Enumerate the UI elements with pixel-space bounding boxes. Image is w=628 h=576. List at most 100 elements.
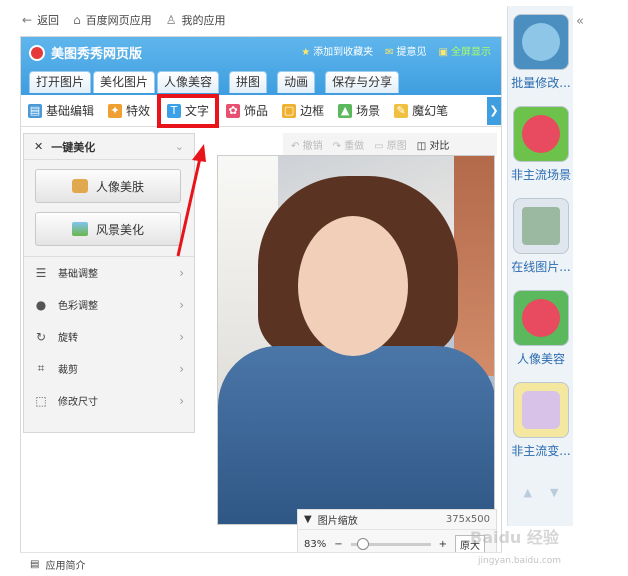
edit-icon: ▤	[28, 103, 42, 118]
feedback-link[interactable]: ✉ 提意见	[385, 43, 426, 58]
zoom-header[interactable]: ▼ 图片缩放 375x500	[298, 510, 496, 530]
footer-bar: ▤ 应用简介	[20, 552, 502, 576]
app-frame: 美图秀秀网页版 ★ 添加到收藏夹 ✉ 提意见 ▣ 全屏显示 打开图片 美化图片 人像美…	[20, 36, 502, 576]
zoom-in-button[interactable]: +	[439, 539, 447, 550]
tool-scene[interactable]: ▲ 场景	[331, 97, 387, 125]
tool-effects[interactable]: ✦ 特效	[101, 97, 157, 125]
caret-down-icon: ▼	[304, 514, 312, 525]
xiu-portrait-app-icon	[513, 290, 569, 346]
photo-background	[454, 156, 494, 376]
fullscreen-link[interactable]: ▣ 全屏显示	[439, 43, 491, 58]
tool-basic-edit[interactable]: ▤ 基础编辑	[21, 97, 101, 125]
collapse-button[interactable]: «	[576, 14, 584, 29]
row-rotate[interactable]: ↻ 旋转 ›	[24, 321, 194, 353]
row-rotate-label: 旋转	[58, 333, 78, 344]
text-icon: T	[167, 103, 182, 118]
compare-button[interactable]: ◫ 对比	[417, 137, 450, 152]
zoom-slider[interactable]	[350, 537, 431, 550]
zoom-label: 图片缩放	[317, 516, 358, 527]
app-item-portrait[interactable]: 人像美容	[508, 290, 574, 367]
rotate-icon: ↻	[35, 329, 47, 344]
photo-subject-jacket	[218, 346, 494, 524]
original-label: 原图	[386, 140, 407, 152]
zoom-out-button[interactable]: −	[334, 539, 342, 550]
tool-text-label: 文字	[185, 104, 210, 118]
more-tools-button[interactable]: ❯	[487, 96, 501, 125]
home-icon: ⌂	[73, 13, 81, 27]
photo-subject-face	[298, 216, 408, 356]
chevron-right-icon: ›	[179, 265, 184, 280]
my-apps-link[interactable]: ♙ 我的应用	[166, 12, 226, 28]
app-intro-link[interactable]: 应用简介	[45, 557, 85, 572]
feedback-label: 提意见	[396, 47, 427, 58]
row-resize[interactable]: ⬚ 修改尺寸 ›	[24, 385, 194, 417]
app-item-label: 在线图片...	[511, 260, 571, 274]
tab-animation[interactable]: 动画	[277, 71, 316, 93]
tab-open-image[interactable]: 打开图片	[29, 71, 92, 93]
add-favorite-label: 添加到收藏夹	[313, 47, 374, 58]
app-item-label: 人像美容	[516, 352, 565, 366]
palette-icon: ●	[35, 297, 47, 312]
tab-save-share[interactable]: 保存与分享	[325, 71, 400, 93]
image-icon: ▭	[374, 140, 384, 152]
app-item-scene[interactable]: 非主流场景	[508, 106, 574, 183]
back-label: 返回	[37, 14, 60, 27]
tool-magic-pen[interactable]: ✎ 魔幻笔	[387, 97, 455, 125]
redo-button[interactable]: ↷ 重做	[333, 137, 365, 152]
chevron-right-icon: ›	[179, 297, 184, 312]
sliders-icon: ☰	[35, 265, 47, 280]
app-item-online-image[interactable]: 在线图片...	[508, 198, 574, 275]
tool-border-label: 边框	[300, 104, 325, 118]
row-crop[interactable]: ⌗ 裁剪 ›	[24, 353, 194, 385]
arrow-up-icon[interactable]: ▲	[524, 486, 532, 499]
tool-text[interactable]: T 文字	[157, 93, 220, 128]
undo-icon: ↶	[291, 140, 300, 152]
fullscreen-label: 全屏显示	[451, 47, 491, 58]
tab-collage[interactable]: 拼图	[229, 71, 268, 93]
zoom-slider-handle[interactable]	[356, 537, 369, 550]
tool-bar: ▤ 基础编辑 ✦ 特效 T 文字 ✿ 饰品 ▢ 边框 ▲ 场景 ✎ 魔幻笔 ❯	[21, 93, 501, 128]
app-logo: 美图秀秀网页版	[29, 43, 142, 62]
add-favorite-link[interactable]: ★ 添加到收藏夹	[301, 43, 373, 58]
bow-icon: ✿	[226, 103, 241, 118]
chevron-right-icon: ›	[179, 393, 184, 408]
chat-icon: ✉	[385, 47, 394, 58]
scenery-icon	[71, 222, 88, 236]
crop-icon: ⌗	[37, 361, 45, 375]
row-basic-adjust-label: 基础调整	[58, 269, 98, 280]
portrait-skin-button[interactable]: 人像美肤	[35, 169, 181, 203]
logo-icon	[29, 44, 45, 61]
app-item-transform[interactable]: 非主流变...	[508, 382, 574, 459]
baidu-watermark: Baidu 经验	[470, 528, 559, 547]
row-basic-adjust[interactable]: ☰ 基础调整 ›	[24, 257, 194, 289]
tool-effects-label: 特效	[126, 104, 151, 118]
annotation-arrow	[176, 144, 206, 257]
tab-beautify[interactable]: 美化图片	[93, 71, 156, 93]
portrait-skin-label: 人像美肤	[95, 179, 144, 194]
one-click-header[interactable]: ✕ 一键美化 ⌄	[24, 134, 194, 160]
tool-decor-label: 饰品	[244, 104, 269, 118]
original-button[interactable]: ▭ 原图	[374, 137, 407, 152]
arrow-down-icon[interactable]: ▼	[550, 486, 558, 499]
tab-portrait[interactable]: 人像美容	[157, 71, 220, 93]
back-link[interactable]: ← 返回	[22, 12, 59, 28]
undo-button[interactable]: ↶ 撤销	[291, 137, 323, 152]
tool-decor[interactable]: ✿ 饰品	[219, 97, 275, 125]
undo-label: 撤销	[302, 140, 323, 152]
fullscreen-icon: ▣	[438, 47, 448, 58]
back-arrow-icon: ←	[22, 13, 33, 27]
sparkle-icon: ✕	[34, 140, 44, 153]
web-apps-link[interactable]: ⌂ 百度网页应用	[73, 12, 152, 28]
wand-icon: ✦	[108, 103, 123, 118]
star-icon: ★	[301, 47, 311, 58]
main-tabs: 打开图片 美化图片 人像美容 拼图 动画 保存与分享	[29, 71, 400, 93]
web-apps-label: 百度网页应用	[85, 14, 152, 27]
scenery-label: 风景美化	[95, 222, 144, 237]
photo-canvas[interactable]	[217, 155, 495, 525]
scenery-button[interactable]: 风景美化	[35, 212, 181, 246]
top-nav: ← 返回 ⌂ 百度网页应用 ♙ 我的应用	[22, 6, 502, 34]
row-color-adjust[interactable]: ● 色彩调整 ›	[24, 289, 194, 321]
app-item-label: 非主流变...	[511, 444, 571, 458]
tool-border[interactable]: ▢ 边框	[275, 97, 331, 125]
app-item-batch[interactable]: 批量修改...	[508, 14, 574, 91]
